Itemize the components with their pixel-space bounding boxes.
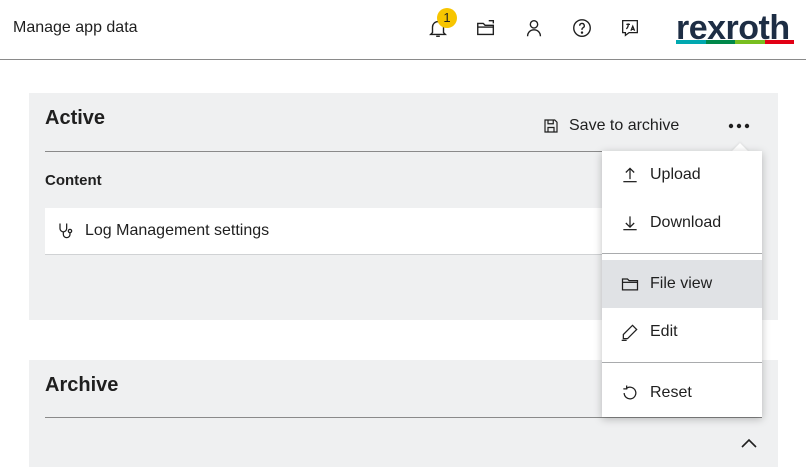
- language-button[interactable]: [617, 14, 643, 42]
- archive-title: Archive: [45, 374, 119, 396]
- folder-open-icon: [477, 19, 495, 36]
- language-icon: [622, 20, 638, 37]
- menu-separator: [602, 362, 762, 363]
- user-button[interactable]: [521, 14, 547, 42]
- active-title: Active: [45, 107, 106, 129]
- save-to-archive-button[interactable]: Save to archive: [542, 117, 679, 135]
- menu-item-label: Reset: [650, 384, 692, 401]
- more-horizontal-icon: [728, 123, 750, 129]
- menu-item-reset[interactable]: Reset: [602, 369, 762, 417]
- menu-item-label: Download: [650, 214, 722, 231]
- options-menu: Upload Download File view Edit Reset: [602, 151, 762, 417]
- menu-item-label: Upload: [650, 166, 701, 183]
- menu-separator: [602, 253, 762, 254]
- app-header: Manage app data 1 rexroth: [0, 0, 806, 60]
- menu-item-file-view[interactable]: File view: [602, 260, 762, 308]
- menu-item-label: File view: [650, 275, 713, 292]
- help-button[interactable]: [569, 14, 595, 42]
- folder-button[interactable]: [473, 14, 499, 42]
- archive-divider: [45, 417, 762, 418]
- pencil-icon: [621, 324, 638, 341]
- upload-icon: [623, 167, 637, 183]
- menu-item-edit[interactable]: Edit: [602, 308, 762, 356]
- stethoscope-icon: [59, 223, 73, 239]
- folder-icon: [621, 278, 639, 291]
- page-title: Manage app data: [13, 19, 138, 36]
- help-icon: [573, 19, 591, 37]
- chevron-up-icon[interactable]: [739, 436, 759, 450]
- menu-item-upload[interactable]: Upload: [602, 151, 762, 199]
- list-item-label: Log Management settings: [85, 222, 270, 239]
- save-icon: [544, 119, 558, 133]
- more-options-button[interactable]: [723, 113, 755, 139]
- menu-item-label: Edit: [650, 323, 678, 340]
- logo-color-bar: [676, 40, 794, 44]
- content-label: Content: [45, 172, 102, 189]
- save-to-archive-label: Save to archive: [569, 117, 680, 134]
- download-icon: [623, 216, 637, 231]
- notification-badge: 1: [437, 8, 457, 28]
- menu-item-download[interactable]: Download: [602, 199, 762, 247]
- user-icon: [526, 19, 542, 37]
- reset-icon: [623, 385, 637, 400]
